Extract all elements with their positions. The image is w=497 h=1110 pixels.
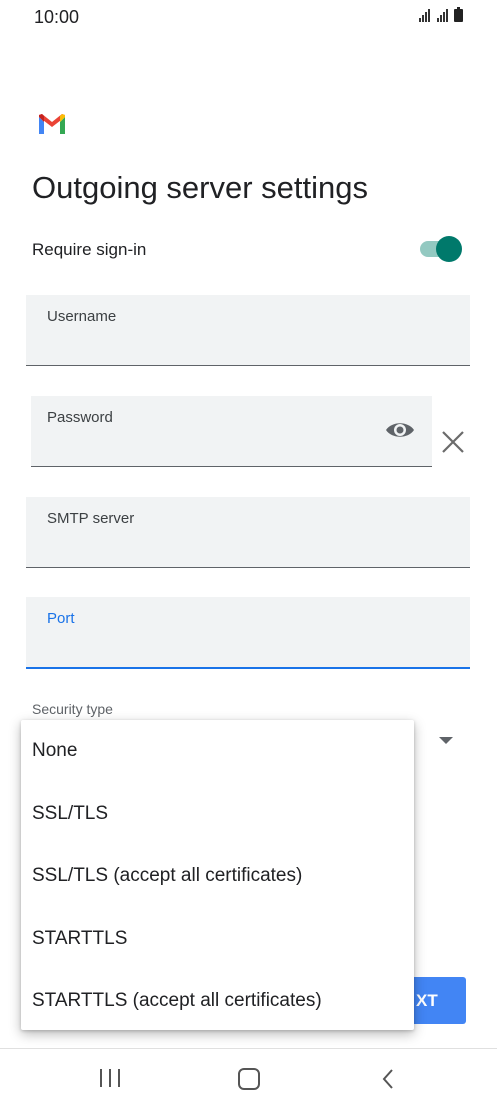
menu-item-starttls[interactable]: STARTTLS xyxy=(21,908,414,970)
page-title: Outgoing server settings xyxy=(32,170,369,205)
system-icons xyxy=(419,7,463,22)
menu-item-starttls-accept-all[interactable]: STARTTLS (accept all certificates) xyxy=(21,970,414,1032)
status-bar: 10:00 xyxy=(0,0,497,34)
password-field[interactable]: Password xyxy=(31,396,432,467)
navigation-bar xyxy=(0,1049,497,1110)
menu-item-ssl-tls-accept-all[interactable]: SSL/TLS (accept all certificates) xyxy=(21,845,414,907)
menu-item-ssl-tls[interactable]: SSL/TLS xyxy=(21,783,414,845)
smtp-server-field[interactable]: SMTP server xyxy=(26,497,470,568)
username-field[interactable]: Username xyxy=(26,295,470,366)
username-label: Username xyxy=(47,308,117,325)
gmail-logo xyxy=(39,114,65,134)
dropdown-arrow-icon[interactable] xyxy=(439,737,453,744)
security-type-label: Security type xyxy=(32,701,113,717)
port-label: Port xyxy=(47,610,75,627)
require-signin-label: Require sign-in xyxy=(32,240,147,259)
clear-icon[interactable] xyxy=(440,429,466,455)
smtp-server-label: SMTP server xyxy=(47,510,135,527)
recents-icon[interactable] xyxy=(100,1069,120,1087)
home-icon[interactable] xyxy=(238,1068,260,1090)
battery-icon xyxy=(454,7,463,22)
visibility-icon[interactable] xyxy=(384,418,416,442)
security-type-menu: None SSL/TLS SSL/TLS (accept all certifi… xyxy=(21,720,414,1030)
back-icon[interactable] xyxy=(381,1068,395,1090)
status-time: 10:00 xyxy=(34,7,80,27)
signal-icon xyxy=(419,8,430,22)
menu-item-none[interactable]: None xyxy=(21,720,414,782)
password-label: Password xyxy=(47,409,113,426)
next-button-label: XT xyxy=(416,991,438,1010)
signal-icon xyxy=(437,8,448,22)
require-signin-toggle[interactable] xyxy=(420,236,462,262)
port-field[interactable]: Port xyxy=(26,597,470,669)
